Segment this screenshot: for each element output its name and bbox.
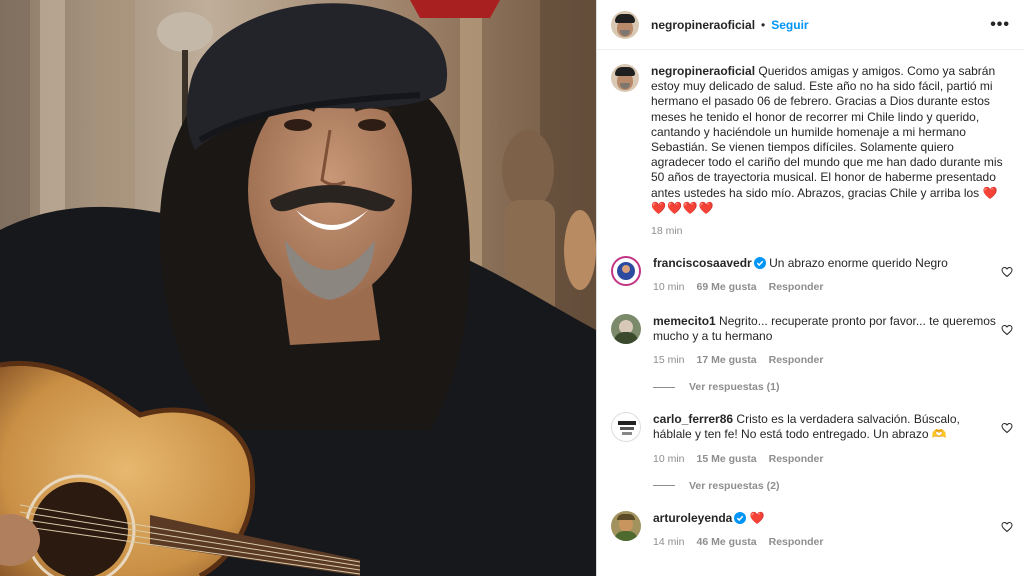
- author-avatar[interactable]: [611, 10, 639, 39]
- reply-button[interactable]: Responder: [769, 353, 824, 368]
- commenter-username[interactable]: arturoleyenda: [653, 511, 732, 525]
- heart-outline-icon[interactable]: [1001, 324, 1013, 336]
- post-side-panel: negropineraoficial • Seguir ••• negropin…: [597, 0, 1024, 576]
- post-caption: negropineraoficial Queridos amigas y ami…: [597, 50, 1024, 239]
- post-photo[interactable]: [0, 0, 596, 576]
- comment-likes[interactable]: 69 Me gusta: [697, 280, 757, 295]
- commenter-avatar[interactable]: [611, 510, 641, 541]
- comment-timestamp[interactable]: 14 min: [653, 535, 685, 550]
- verified-badge-icon: [753, 257, 766, 270]
- view-replies-button[interactable]: Ver respuestas (1): [653, 381, 1024, 393]
- view-replies-button[interactable]: Ver respuestas (2): [653, 480, 1024, 492]
- separator-dot: •: [761, 17, 766, 32]
- instagram-post: negropineraoficial • Seguir ••• negropin…: [0, 0, 1024, 576]
- comment-likes[interactable]: 46 Me gusta: [697, 535, 757, 550]
- comment-timestamp[interactable]: 15 min: [653, 353, 685, 368]
- post-photo-illustration: [0, 0, 596, 576]
- commenter-avatar[interactable]: [611, 313, 641, 344]
- commenter-username[interactable]: carlo_ferrer86: [653, 412, 733, 426]
- comment-text: ❤️: [749, 510, 765, 525]
- comment-text: Un abrazo enorme querido Negro: [769, 256, 948, 271]
- reply-button[interactable]: Responder: [769, 280, 824, 295]
- view-replies-label[interactable]: Ver respuestas (2): [689, 480, 779, 492]
- comment-item: carlo_ferrer86 Cristo es la verdadera sa…: [597, 412, 1024, 467]
- replies-line: [653, 485, 675, 487]
- commenter-avatar[interactable]: [611, 412, 641, 443]
- reply-button[interactable]: Responder: [769, 452, 824, 467]
- verified-badge-icon: [734, 511, 747, 524]
- heart-outline-icon[interactable]: [1001, 422, 1013, 434]
- post-header: negropineraoficial • Seguir •••: [597, 0, 1024, 50]
- caption-timestamp[interactable]: 18 min: [651, 224, 1010, 239]
- comment-item: franciscosaavedr Un abrazo enorme querid…: [597, 256, 1024, 295]
- comment-timestamp[interactable]: 10 min: [653, 280, 685, 295]
- caption-author-avatar[interactable]: [611, 64, 639, 92]
- commenter-username[interactable]: franciscosaavedr: [653, 256, 752, 270]
- follow-button[interactable]: Seguir: [771, 18, 808, 32]
- replies-line: [653, 386, 675, 388]
- comment-item: memecito1 Negrito... recuperate pronto p…: [597, 313, 1024, 369]
- comment-timestamp[interactable]: 10 min: [653, 452, 685, 467]
- commenter-username[interactable]: memecito1: [653, 314, 716, 328]
- comment-likes[interactable]: 17 Me gusta: [697, 353, 757, 368]
- view-replies-label[interactable]: Ver respuestas (1): [689, 381, 779, 393]
- heart-outline-icon[interactable]: [1001, 521, 1013, 533]
- comment-likes[interactable]: 15 Me gusta: [697, 452, 757, 467]
- author-username[interactable]: negropineraoficial: [651, 18, 755, 32]
- comment-item: arturoleyenda ❤️ 14 min 46 Me gusta Resp…: [597, 510, 1024, 550]
- more-options-icon[interactable]: •••: [990, 16, 1010, 34]
- heart-outline-icon[interactable]: [1001, 266, 1013, 278]
- commenter-avatar[interactable]: [611, 256, 641, 287]
- caption-text: Queridos amigas y amigos. Como ya sabrán…: [651, 64, 1003, 200]
- reply-button[interactable]: Responder: [769, 535, 824, 550]
- caption-username[interactable]: negropineraoficial: [651, 64, 755, 78]
